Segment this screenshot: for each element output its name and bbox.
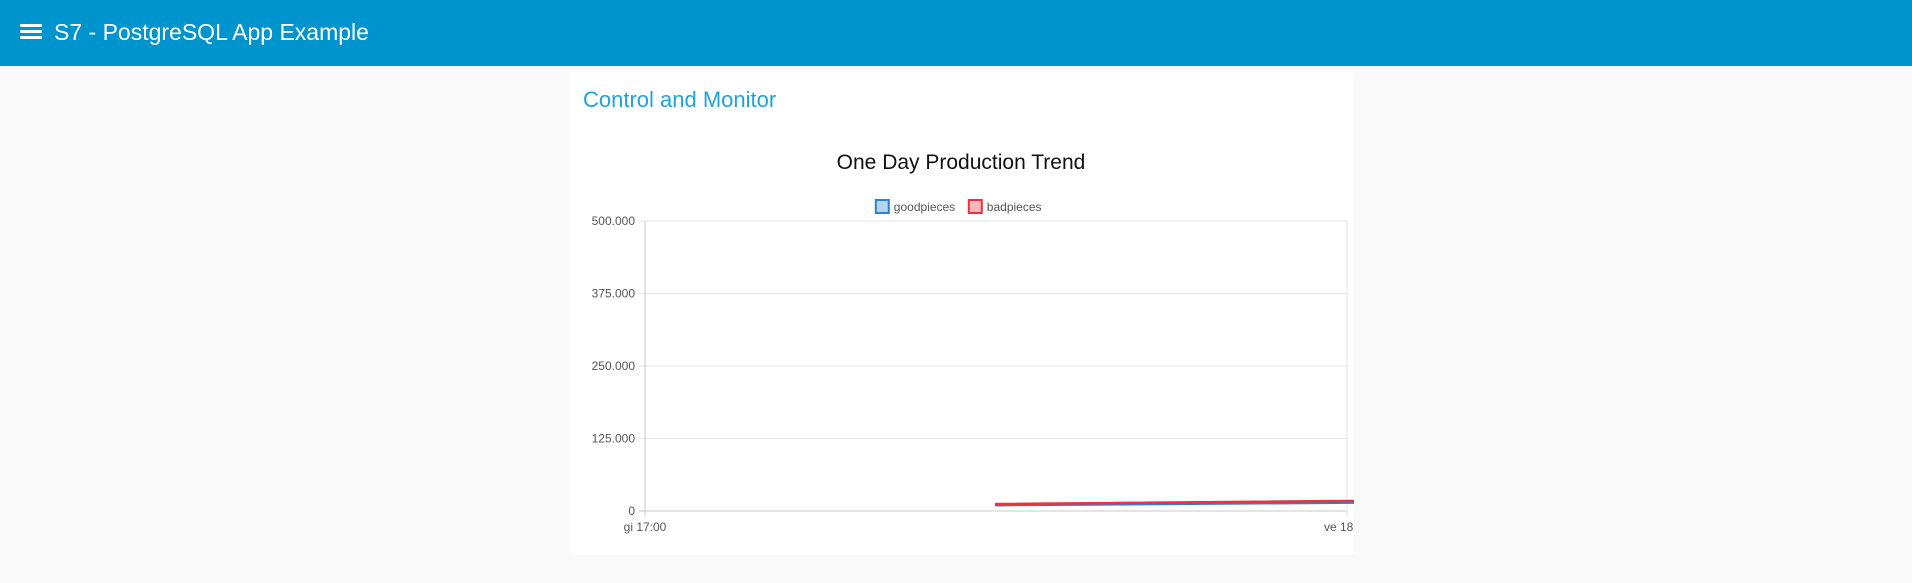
series-line-goodpieces bbox=[995, 501, 1354, 507]
legend-label-goodpieces: goodpieces bbox=[894, 200, 955, 214]
y-tick-label: 0 bbox=[628, 504, 635, 518]
production-trend-chart: One Day Production Trend goodpieces badpi… bbox=[592, 151, 1354, 534]
y-tick-label: 500.000 bbox=[592, 214, 636, 228]
legend-swatch-goodpieces bbox=[874, 199, 890, 214]
legend-swatch-badpieces bbox=[967, 199, 983, 214]
chart-axes: 0125.000250.000375.000500.000gi 17:00gi … bbox=[592, 214, 1354, 534]
y-tick-label: 125.000 bbox=[592, 432, 636, 446]
chart-legend: goodpieces badpieces bbox=[874, 199, 1042, 214]
series-line-badpieces bbox=[995, 499, 1354, 506]
menu-icon[interactable] bbox=[20, 22, 42, 40]
data-point-badpieces bbox=[994, 502, 998, 506]
x-tick-label: gi 17:00 bbox=[624, 520, 667, 534]
app-header: S7 - PostgreSQL App Example bbox=[0, 0, 1912, 66]
control-monitor-card: Control and Monitor One Day Production T… bbox=[569, 72, 1354, 555]
legend-label-badpieces: badpieces bbox=[987, 200, 1042, 214]
app-title: S7 - PostgreSQL App Example bbox=[54, 19, 369, 45]
chart-series bbox=[994, 499, 1354, 507]
y-tick-label: 375.000 bbox=[592, 287, 636, 301]
x-tick-label: ve 18:00 bbox=[1324, 520, 1354, 534]
chart-title: One Day Production Trend bbox=[837, 151, 1086, 174]
chart-grid bbox=[639, 220, 1348, 517]
y-tick-label: 250.000 bbox=[592, 359, 636, 373]
